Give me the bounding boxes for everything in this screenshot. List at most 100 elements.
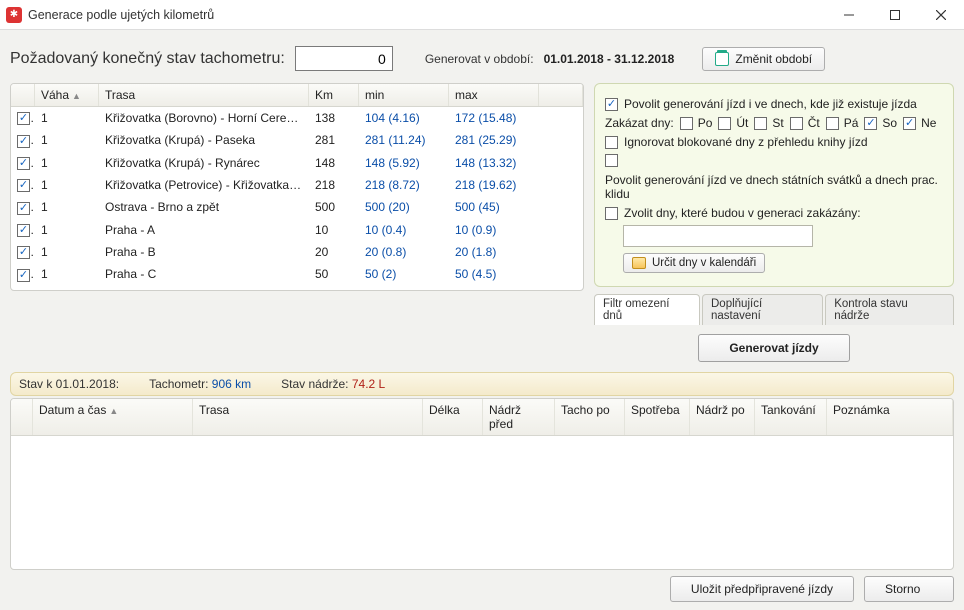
cell-trasa: Křižovatka (Petrovice) - Křižovatka (… [99, 174, 309, 196]
col-min[interactable]: min [359, 84, 449, 106]
cell-min: 218 (8.72) [359, 174, 449, 196]
table-row[interactable]: 1Křižovatka (Petrovice) - Křižovatka (…2… [11, 174, 583, 196]
day-Čt-checkbox[interactable] [790, 117, 803, 130]
col-note[interactable]: Poznámka [827, 399, 953, 435]
col-km[interactable]: Km [309, 84, 359, 106]
choose-forbidden-checkbox[interactable] [605, 207, 618, 220]
tab-tank-check[interactable]: Kontrola stavu nádrže [825, 294, 954, 325]
cell-min: 10 (0.4) [359, 219, 449, 241]
tab-additional-settings[interactable]: Doplňující nastavení [702, 294, 823, 325]
cell-min: 148 (5.92) [359, 152, 449, 174]
col-max[interactable]: max [449, 84, 539, 106]
maximize-button[interactable] [872, 0, 918, 30]
cell-km: 500 [309, 196, 359, 218]
row-checkbox[interactable] [17, 179, 30, 192]
table-row[interactable]: 1Křižovatka (Krupá) - Rynárec148148 (5.9… [11, 152, 583, 174]
cell-max: 10 (0.9) [449, 219, 539, 241]
status-date: Stav k 01.01.2018: [19, 377, 119, 391]
table-row[interactable]: 1Křižovatka (Krupá) - Paseka281281 (11.2… [11, 129, 583, 151]
cell-km: 10 [309, 219, 359, 241]
day-Po-checkbox[interactable] [680, 117, 693, 130]
tachometer-input[interactable] [295, 46, 393, 71]
col-trasa[interactable]: Trasa [99, 84, 309, 106]
results-header: Datum a čas▲ Trasa Délka Nádrž před Tach… [11, 399, 953, 436]
day-Ne-checkbox[interactable] [903, 117, 916, 130]
col-vaha[interactable]: Váha▲ [35, 84, 99, 106]
day-So-checkbox[interactable] [864, 117, 877, 130]
cell-min: 20 (0.8) [359, 241, 449, 263]
pick-days-button[interactable]: Určit dny v kalendáři [623, 253, 765, 273]
allow-holidays-checkbox[interactable] [605, 154, 618, 167]
minimize-button[interactable] [826, 0, 872, 30]
save-prepared-label: Uložit předpřipravené jízdy [691, 582, 833, 596]
day-Pá-label: Pá [844, 116, 859, 130]
cell-trasa: Křižovatka (Borovno) - Horní Cerekev [99, 107, 309, 129]
row-checkbox[interactable] [17, 246, 30, 259]
calendar-icon [715, 52, 729, 66]
col-refuel[interactable]: Tankování [755, 399, 827, 435]
forbidden-days-input[interactable] [623, 225, 813, 247]
change-period-label: Změnit období [735, 52, 812, 66]
col-tank-before[interactable]: Nádrž před [483, 399, 555, 435]
cell-max: 148 (13.32) [449, 152, 539, 174]
col-tank-after[interactable]: Nádrž po [690, 399, 755, 435]
cell-min: 500 (20) [359, 196, 449, 218]
change-period-button[interactable]: Změnit období [702, 47, 825, 71]
save-prepared-button[interactable]: Uložit předpřipravené jízdy [670, 576, 854, 602]
generate-button[interactable]: Generovat jízdy [698, 334, 849, 362]
cell-vaha: 1 [35, 286, 99, 291]
cell-max: 218 (19.62) [449, 174, 539, 196]
period-label: Generovat v období: [425, 52, 534, 66]
table-row[interactable]: 1Křižovatka (Borovno) - Horní Cerekev138… [11, 107, 583, 129]
col-tacho-after[interactable]: Tacho po [555, 399, 625, 435]
row-checkbox[interactable] [17, 112, 30, 125]
status-tacho-value: 906 km [212, 377, 251, 391]
day-St-label: St [772, 116, 783, 130]
col-route[interactable]: Trasa [193, 399, 423, 435]
row-checkbox[interactable] [17, 224, 30, 237]
cell-vaha: 1 [35, 219, 99, 241]
app-icon: ✱ [6, 7, 22, 23]
cell-vaha: 1 [35, 241, 99, 263]
close-button[interactable] [918, 0, 964, 30]
ignore-blocked-checkbox[interactable] [605, 136, 618, 149]
day-Út-checkbox[interactable] [718, 117, 731, 130]
table-row[interactable]: 1Ostrava - Brno a zpět500500 (20)500 (45… [11, 196, 583, 218]
window-title: Generace podle ujetých kilometrů [28, 8, 214, 22]
titlebar: ✱ Generace podle ujetých kilometrů [0, 0, 964, 30]
row-checkbox[interactable] [17, 269, 30, 282]
day-Pá-checkbox[interactable] [826, 117, 839, 130]
tab-filter-days[interactable]: Filtr omezení dnů [594, 294, 700, 325]
results-table[interactable]: Datum a čas▲ Trasa Délka Nádrž před Tach… [10, 398, 954, 570]
table-row[interactable]: 1Praha - D100100 (4)100 (9) [11, 286, 583, 291]
row-checkbox[interactable] [17, 135, 30, 148]
table-row[interactable]: 1Praha - A1010 (0.4)10 (0.9) [11, 219, 583, 241]
cell-trasa: Praha - A [99, 219, 309, 241]
cell-trasa: Praha - D [99, 286, 309, 291]
status-tacho-label: Tachometr: [149, 377, 208, 391]
table-row[interactable]: 1Praha - B2020 (0.8)20 (1.8) [11, 241, 583, 263]
allow-existing-label: Povolit generování jízd i ve dnech, kde … [624, 97, 917, 111]
row-checkbox[interactable] [17, 157, 30, 170]
cancel-button[interactable]: Storno [864, 576, 954, 602]
allow-existing-checkbox[interactable] [605, 98, 618, 111]
tachometer-label: Požadovaný konečný stav tachometru: [10, 50, 285, 68]
cell-km: 50 [309, 263, 359, 285]
col-consumption[interactable]: Spotřeba [625, 399, 690, 435]
status-bar: Stav k 01.01.2018: Tachometr: 906 km Sta… [10, 372, 954, 396]
cell-min: 104 (4.16) [359, 107, 449, 129]
cell-min: 100 (4) [359, 286, 449, 291]
sort-asc-icon: ▲ [109, 406, 118, 416]
table-row[interactable]: 1Praha - C5050 (2)50 (4.5) [11, 263, 583, 285]
cell-trasa: Praha - B [99, 241, 309, 263]
row-checkbox[interactable] [17, 202, 30, 215]
day-St-checkbox[interactable] [754, 117, 767, 130]
routes-table[interactable]: Váha▲ Trasa Km min max 1Křižovatka (Boro… [10, 83, 584, 291]
day-Po-label: Po [698, 116, 713, 130]
col-length[interactable]: Délka [423, 399, 483, 435]
top-row: Požadovaný konečný stav tachometru: Gene… [10, 46, 954, 71]
cell-min: 50 (2) [359, 263, 449, 285]
forbid-days-label: Zakázat dny: [605, 116, 674, 130]
col-datetime[interactable]: Datum a čas▲ [33, 399, 193, 435]
choose-forbidden-label: Zvolit dny, které budou v generaci zakáz… [624, 206, 861, 220]
